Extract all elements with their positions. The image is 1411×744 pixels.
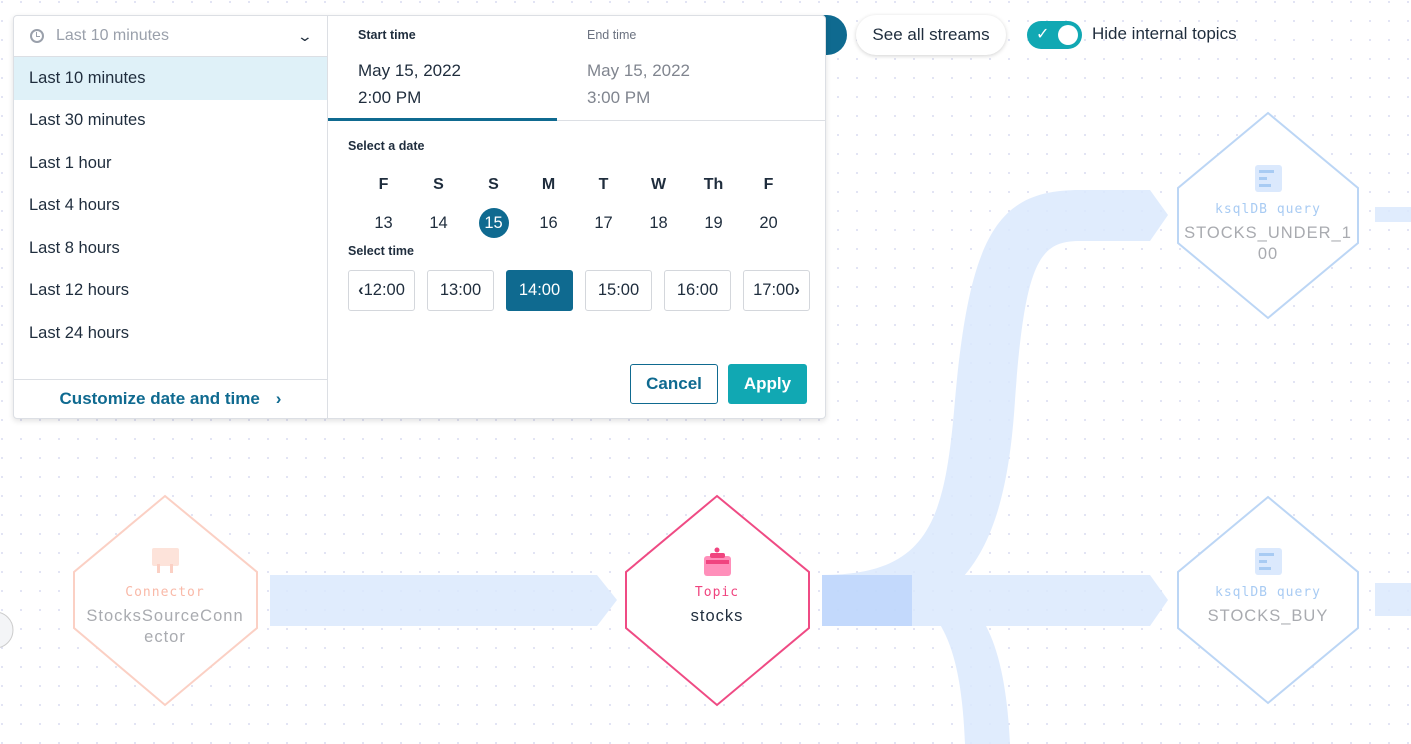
time-range-popover: Last 10 minutes ⌄ Last 10 minutes Last 3… [13, 15, 826, 419]
flow-stub-bottom [1375, 583, 1411, 616]
node-name-line: STOCKS_UNDER_1 [1184, 224, 1352, 242]
weekday-label: Th [703, 176, 724, 193]
weekday-label: M [541, 176, 556, 193]
end-date: May 15, 2022 [587, 61, 691, 80]
node-name-line: StocksSourceConn [86, 607, 244, 625]
see-all-streams-button[interactable]: See all streams [856, 15, 1006, 55]
topic-node[interactable]: Topic stocks [627, 585, 807, 627]
node-type: Topic [694, 585, 740, 600]
day-column[interactable]: M 16 [521, 176, 576, 238]
start-time: 2:00 PM [358, 88, 422, 107]
range-option[interactable]: Last 30 minutes [14, 100, 327, 143]
clock-icon [30, 29, 44, 43]
range-option[interactable]: Last 10 minutes [14, 57, 327, 100]
time-label: 14:00 [518, 281, 561, 299]
start-date: May 15, 2022 [358, 61, 462, 80]
range-option[interactable]: Last 4 hours [14, 185, 327, 228]
range-options-panel: Last 10 minutes ⌄ Last 10 minutes Last 3… [14, 16, 328, 418]
day-number[interactable]: 19 [699, 208, 729, 238]
day-number[interactable]: 17 [589, 208, 619, 238]
range-select-value: Last 10 minutes [56, 27, 169, 44]
ksqldb-node-stocks-under-100[interactable]: ksqlDB query STOCKS_UNDER_1 00 [1178, 202, 1358, 265]
day-column[interactable]: F 13 [356, 176, 411, 238]
day-column[interactable]: T 17 [576, 176, 631, 238]
end-time: 3:00 PM [587, 88, 651, 107]
ksqldb-node-stocks-buy[interactable]: ksqlDB query STOCKS_BUY [1178, 585, 1358, 627]
node-name: StocksSourceConn ector [75, 606, 255, 648]
select-date-label: Select a date [348, 139, 425, 153]
end-time-label: End time [587, 28, 637, 42]
day-number[interactable]: 18 [644, 208, 674, 238]
apply-button[interactable]: Apply [728, 364, 807, 404]
range-select[interactable]: Last 10 minutes ⌄ [14, 16, 327, 57]
weekday-label: F [763, 176, 774, 193]
node-type: ksqlDB query [1215, 585, 1321, 600]
time-label: 17:00 [753, 281, 795, 299]
day-number[interactable]: 13 [369, 208, 399, 238]
day-column[interactable]: Th 19 [686, 176, 741, 238]
customize-label: Customize date and time [59, 389, 260, 408]
day-number[interactable]: 16 [534, 208, 564, 238]
day-column[interactable]: W 18 [631, 176, 686, 238]
node-name: stocks [690, 607, 744, 625]
range-option[interactable]: Last 1 hour [14, 142, 327, 185]
cancel-button[interactable]: Cancel [630, 364, 718, 404]
day-column[interactable]: S 15 [466, 176, 521, 238]
range-option[interactable]: Last 24 hours [14, 312, 327, 355]
node-type: Connector [125, 585, 205, 600]
time-option[interactable]: 14:00 [506, 270, 573, 311]
ksqldb-query-icon [1255, 165, 1282, 192]
day-column[interactable]: F 20 [741, 176, 796, 238]
chevron-down-icon: ⌄ [296, 27, 314, 44]
hide-internal-topics-label: Hide internal topics [1092, 24, 1237, 43]
hide-internal-topics-toggle[interactable]: ✓ [1027, 21, 1082, 49]
time-label: 13:00 [439, 281, 482, 299]
check-icon: ✓ [1036, 26, 1050, 43]
weekday-label: T [598, 176, 609, 193]
time-label: 12:00 [363, 281, 405, 299]
day-number[interactable]: 15 [478, 208, 509, 238]
weekday-label: S [433, 176, 444, 193]
flow-connector-to-topic [270, 575, 617, 626]
node-name: STOCKS_UNDER_1 00 [1178, 223, 1358, 265]
tab-start-time[interactable]: Start time May 15, 2022 2:00 PM [328, 16, 557, 121]
time-option[interactable]: ‹ 12:00 [348, 270, 415, 311]
chevron-right-icon[interactable]: › [794, 281, 800, 300]
time-label: 16:00 [676, 281, 719, 299]
time-option[interactable]: 16:00 [664, 270, 731, 311]
chevron-right-icon: › [275, 389, 282, 408]
day-column[interactable]: S 14 [411, 176, 466, 238]
weekday-label: F [378, 176, 389, 193]
ksqldb-query-icon [1255, 548, 1282, 575]
time-strip: ‹ 12:00 13:00 14:00 15:00 16:00 17:00 › [348, 270, 810, 311]
node-type: ksqlDB query [1215, 202, 1321, 217]
time-label: 15:00 [597, 281, 640, 299]
node-name-line: ector [144, 628, 186, 646]
node-name-line: 00 [1257, 245, 1279, 263]
time-option[interactable]: 15:00 [585, 270, 652, 311]
day-number[interactable]: 20 [754, 208, 784, 238]
customize-date-time-button[interactable]: Customize date and time › [14, 379, 327, 418]
day-number[interactable]: 14 [424, 208, 454, 238]
time-option[interactable]: 13:00 [427, 270, 494, 311]
custom-range-panel: Start time May 15, 2022 2:00 PM End time… [328, 16, 825, 418]
weekday-label: W [650, 176, 667, 193]
date-strip: F 13 S 14 S 15 M 16 T 17 W 18 Th 19 F 20 [356, 176, 796, 238]
tab-end-time[interactable]: End time May 15, 2022 3:00 PM [557, 16, 786, 120]
connector-node[interactable]: Connector StocksSourceConn ector [75, 585, 255, 648]
weekday-label: S [488, 176, 499, 193]
toggle-knob [1058, 25, 1078, 45]
node-name: STOCKS_BUY [1207, 607, 1329, 625]
select-time-label: Select time [348, 244, 415, 258]
flow-stub-top [1375, 207, 1411, 222]
range-option[interactable]: Last 12 hours [14, 270, 327, 313]
start-time-label: Start time [358, 28, 416, 42]
time-option[interactable]: 17:00 › [743, 270, 810, 311]
range-option[interactable]: Last 8 hours [14, 227, 327, 270]
